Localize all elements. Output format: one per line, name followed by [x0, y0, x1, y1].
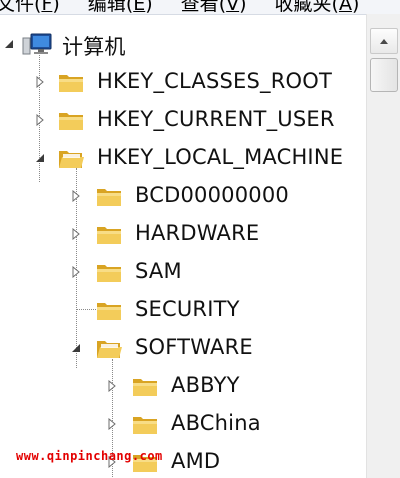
tree-item-hkey-local-machine[interactable]: HKEY_LOCAL_MACHINE: [0, 139, 366, 177]
scroll-thumb[interactable]: [370, 58, 398, 92]
tree-item-label: HKEY_LOCAL_MACHINE: [97, 145, 344, 169]
tree-item-label: 计算机: [62, 35, 126, 59]
tree-item-label: SECURITY: [135, 297, 240, 321]
tree-item-software[interactable]: SOFTWARE: [0, 329, 366, 367]
tree-item-security[interactable]: SECURITY: [0, 291, 366, 329]
tree-item-sam[interactable]: SAM: [0, 253, 366, 291]
folder-open-icon: [96, 337, 122, 359]
expanded-arrow-icon[interactable]: [3, 38, 15, 50]
folder-icon: [58, 71, 84, 93]
chevron-up-icon: [380, 38, 388, 44]
tree-item-label: HKEY_CLASSES_ROOT: [97, 69, 333, 93]
folder-icon: [96, 299, 122, 321]
tree-item-label: ABBYY: [171, 373, 240, 397]
menu-bar: 文件(F) 编辑(E) 查看(V) 收藏夹(A): [0, 0, 400, 15]
registry-editor-window: 文件(F) 编辑(E) 查看(V) 收藏夹(A) 计算机 HKEY_CLASSE…: [0, 0, 400, 478]
tree-item-label: ABChina: [171, 411, 261, 435]
registry-tree[interactable]: 计算机 HKEY_CLASSES_ROOT HKEY_CURRENT_USER: [0, 14, 366, 478]
tree-item-hkey-current-user[interactable]: HKEY_CURRENT_USER: [0, 101, 366, 139]
tree-item-computer[interactable]: 计算机: [0, 25, 366, 63]
folder-open-icon: [58, 147, 84, 169]
folder-icon: [132, 375, 158, 397]
collapsed-arrow-icon[interactable]: [70, 190, 82, 202]
collapsed-arrow-icon[interactable]: [70, 266, 82, 278]
collapsed-arrow-icon[interactable]: [70, 228, 82, 240]
tree-item-hardware[interactable]: HARDWARE: [0, 215, 366, 253]
expanded-arrow-icon[interactable]: [70, 342, 82, 354]
tree-item-abbyy[interactable]: ABBYY: [0, 367, 366, 405]
folder-icon: [96, 261, 122, 283]
collapsed-arrow-icon[interactable]: [34, 76, 46, 88]
tree-item-label: SAM: [135, 259, 182, 283]
folder-icon: [96, 223, 122, 245]
folder-icon: [132, 413, 158, 435]
tree-item-abchina[interactable]: ABChina: [0, 405, 366, 443]
scroll-up-button[interactable]: [370, 28, 398, 54]
computer-icon: [22, 32, 54, 58]
collapsed-arrow-icon[interactable]: [34, 114, 46, 126]
folder-icon: [58, 109, 84, 131]
tree-item-hkey-classes-root[interactable]: HKEY_CLASSES_ROOT: [0, 63, 366, 101]
watermark: www.qinpinchang.com: [16, 449, 163, 463]
tree-item-bcd00000000[interactable]: BCD00000000: [0, 177, 366, 215]
tree-item-label: AMD: [171, 449, 221, 473]
expanded-arrow-icon[interactable]: [34, 152, 46, 164]
tree-item-label: BCD00000000: [135, 183, 289, 207]
collapsed-arrow-icon[interactable]: [106, 418, 118, 430]
tree-item-label: SOFTWARE: [135, 335, 253, 359]
collapsed-arrow-icon[interactable]: [106, 380, 118, 392]
folder-icon: [96, 185, 122, 207]
tree-item-label: HKEY_CURRENT_USER: [97, 107, 335, 131]
tree-item-label: HARDWARE: [135, 221, 260, 245]
vertical-scrollbar[interactable]: [366, 14, 400, 478]
